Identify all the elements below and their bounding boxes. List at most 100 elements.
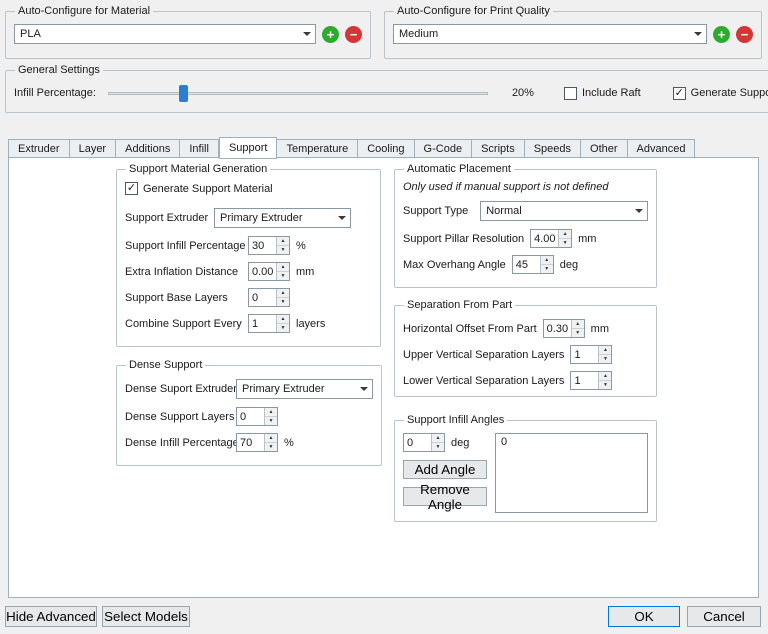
cancel-button[interactable]: Cancel — [687, 606, 761, 627]
support-type-combo-button[interactable] — [631, 202, 647, 220]
plus-icon: + — [717, 26, 726, 42]
support-infill-percentage-spinner[interactable]: 30 ▲ ▼ — [248, 236, 290, 255]
spin-up-icon[interactable]: ▲ — [265, 434, 277, 443]
spin-up-icon[interactable]: ▲ — [571, 320, 584, 329]
support-infill-percentage-label: Support Infill Percentage — [125, 239, 246, 252]
max-overhang-angle-spinner[interactable]: 45 ▲ ▼ — [511, 255, 554, 274]
dense-support-group: Dense Support Dense Suport Extruder Prim… — [116, 359, 382, 466]
generate-support-label: Generate Support — [690, 87, 768, 99]
tab-additions[interactable]: Additions — [116, 139, 181, 158]
automatic-placement-note: Only used if manual support is not defin… — [403, 181, 609, 193]
quality-combo-button[interactable] — [690, 25, 706, 43]
extra-inflation-distance-spinner[interactable]: 0.00 ▲ ▼ — [248, 262, 290, 281]
include-raft-checkbox[interactable]: Include Raft — [563, 86, 641, 100]
dense-infill-percentage-spinner[interactable]: 70 ▲ ▼ — [236, 433, 278, 452]
support-base-layers-spinner[interactable]: 0 ▲ ▼ — [248, 288, 290, 307]
add-angle-button[interactable]: Add Angle — [403, 460, 487, 479]
tab-scripts[interactable]: Scripts — [472, 139, 525, 158]
angle-spinner[interactable]: 0 ▲ ▼ — [403, 433, 445, 452]
remove-material-button[interactable]: − — [345, 25, 362, 43]
checkbox-box[interactable]: ✓ — [125, 182, 138, 195]
dense-support-layers-spinner[interactable]: 0 ▲ ▼ — [236, 407, 278, 426]
spin-up-icon[interactable]: ▲ — [599, 372, 612, 381]
checkbox-box[interactable] — [563, 86, 577, 100]
spin-up-icon[interactable]: ▲ — [599, 346, 612, 355]
slider-handle[interactable] — [178, 85, 188, 102]
spin-down-icon[interactable]: ▼ — [277, 298, 289, 306]
spin-up-icon[interactable]: ▲ — [277, 263, 289, 272]
hide-advanced-button[interactable]: Hide Advanced — [5, 606, 97, 627]
support-pillar-resolution-spinner[interactable]: 4.00 ▲ ▼ — [530, 229, 573, 248]
plus-icon: + — [326, 26, 335, 42]
add-material-button[interactable]: + — [322, 25, 339, 43]
spin-up-icon[interactable]: ▲ — [277, 315, 289, 324]
select-models-button[interactable]: Select Models — [102, 606, 190, 627]
process-settings-dialog: Auto-Configure for Material PLA + − Auto… — [0, 0, 768, 634]
lower-separation-label: Lower Vertical Separation Layers — [403, 374, 565, 387]
horizontal-offset-spinner[interactable]: 0.30 ▲ ▼ — [542, 319, 585, 338]
checkbox-box[interactable]: ✓ — [672, 86, 686, 100]
spin-down-icon[interactable]: ▼ — [277, 272, 289, 280]
material-combo[interactable]: PLA — [14, 24, 316, 44]
dense-infill-percentage-label: Dense Infill Percentage — [125, 436, 239, 449]
dense-extruder-combo[interactable]: Primary Extruder — [236, 379, 373, 399]
tab-support[interactable]: Support — [218, 137, 278, 159]
spin-up-icon[interactable]: ▲ — [277, 289, 289, 298]
material-group: Auto-Configure for Material PLA + − — [5, 5, 371, 59]
spin-down-icon[interactable]: ▼ — [432, 443, 444, 451]
chevron-down-icon — [360, 387, 368, 391]
tab-advanced[interactable]: Advanced — [627, 139, 696, 158]
spin-down-icon[interactable]: ▼ — [277, 324, 289, 332]
spin-up-icon[interactable]: ▲ — [277, 237, 289, 246]
tab-gcode[interactable]: G-Code — [414, 139, 473, 158]
remove-angle-button[interactable]: Remove Angle — [403, 482, 487, 512]
tab-cooling[interactable]: Cooling — [358, 139, 415, 158]
settings-tabbar: Extruder Layer Additions Infill Support … — [8, 137, 696, 161]
spin-down-icon[interactable]: ▼ — [559, 239, 572, 247]
spin-up-icon[interactable]: ▲ — [540, 256, 553, 265]
support-extruder-combo[interactable]: Primary Extruder — [214, 208, 351, 228]
support-type-combo[interactable]: Normal — [480, 201, 648, 221]
spin-up-icon[interactable]: ▲ — [559, 230, 572, 239]
infill-percentage-slider[interactable] — [107, 84, 488, 102]
dense-extruder-combo-button[interactable] — [356, 380, 372, 398]
spin-down-icon[interactable]: ▼ — [277, 246, 289, 254]
tab-temperature[interactable]: Temperature — [277, 139, 359, 158]
combine-support-every-spinner[interactable]: 1 ▲ ▼ — [248, 314, 290, 333]
dense-support-legend: Dense Support — [129, 359, 203, 371]
generate-support-checkbox[interactable]: ✓ Generate Support — [672, 86, 768, 100]
support-extruder-combo-button[interactable] — [334, 209, 350, 227]
upper-separation-spinner[interactable]: 1 ▲ ▼ — [570, 345, 613, 364]
spin-up-icon[interactable]: ▲ — [265, 408, 277, 417]
ok-button[interactable]: OK — [608, 606, 680, 627]
remove-quality-button[interactable]: − — [736, 25, 753, 43]
angle-list[interactable]: 0 — [495, 433, 648, 513]
spin-down-icon[interactable]: ▼ — [599, 381, 612, 389]
add-quality-button[interactable]: + — [713, 25, 730, 43]
support-extruder-value: Primary Extruder — [220, 212, 303, 224]
upper-separation-label: Upper Vertical Separation Layers — [403, 348, 565, 361]
dense-infill-percentage-unit: % — [284, 436, 294, 449]
spin-down-icon[interactable]: ▼ — [540, 265, 553, 273]
lower-separation-spinner[interactable]: 1 ▲ ▼ — [570, 371, 613, 390]
spin-down-icon[interactable]: ▼ — [571, 329, 584, 337]
tab-infill[interactable]: Infill — [180, 139, 219, 158]
spin-down-icon[interactable]: ▼ — [599, 355, 612, 363]
quality-combo[interactable]: Medium — [393, 24, 707, 44]
tab-extruder[interactable]: Extruder — [8, 139, 70, 158]
tab-other[interactable]: Other — [581, 139, 628, 158]
minus-icon: − — [349, 26, 358, 42]
chevron-down-icon — [338, 216, 346, 220]
horizontal-offset-label: Horizontal Offset From Part — [403, 322, 537, 335]
angle-list-item[interactable]: 0 — [501, 436, 642, 448]
material-combo-button[interactable] — [299, 25, 315, 43]
spin-up-icon[interactable]: ▲ — [432, 434, 444, 443]
tab-speeds[interactable]: Speeds — [524, 139, 582, 158]
spin-down-icon[interactable]: ▼ — [265, 443, 277, 451]
tab-layer[interactable]: Layer — [69, 139, 117, 158]
support-infill-angles-group: Support Infill Angles 0 ▲ ▼ deg Add Angle… — [394, 414, 657, 522]
infill-percentage-value: 20% — [511, 87, 534, 99]
spin-down-icon[interactable]: ▼ — [265, 417, 277, 425]
support-base-layers-label: Support Base Layers — [125, 291, 228, 304]
generate-support-material-checkbox[interactable]: ✓ Generate Support Material — [125, 182, 273, 195]
